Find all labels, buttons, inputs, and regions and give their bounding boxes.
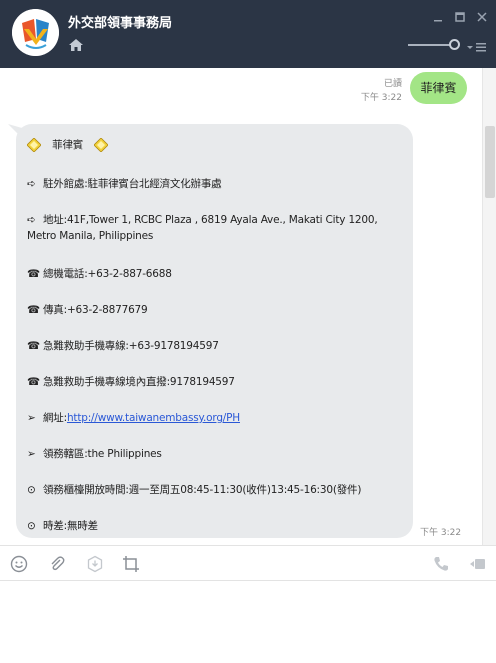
menu-button[interactable] bbox=[466, 38, 488, 52]
download-icon[interactable] bbox=[86, 555, 104, 573]
message-line-phone: ☎ 總機電話:+63-2-887-6688 bbox=[27, 266, 172, 281]
read-receipt: 已讀 bbox=[383, 79, 402, 89]
message-line-timezone: ⊙ 時差:無時差 bbox=[27, 518, 98, 533]
message-line-fax: ☎ 傳真:+63-2-8877679 bbox=[27, 302, 148, 317]
message-line-address-cont: Metro Manila, Philippines bbox=[27, 230, 153, 242]
message-input-area[interactable] bbox=[0, 581, 496, 663]
office-text: 駐外館處:駐菲律賓台北經濟文化辦事處 bbox=[43, 178, 222, 190]
received-timestamp: 下午 3:22 bbox=[420, 528, 462, 538]
emoji-icon[interactable] bbox=[10, 555, 28, 573]
jurisdiction-text: 領務轄區:the Philippines bbox=[43, 448, 162, 460]
emergency-local-text: 急難救助手機專線境內直撥:9178194597 bbox=[43, 376, 235, 388]
scrollbar-thumb[interactable] bbox=[485, 126, 495, 198]
menu-icon bbox=[467, 43, 486, 52]
arrowhead-icon: ➢ bbox=[27, 412, 36, 424]
hours-text: 領務櫃檯開放時間:週一至周五08:45-11:30(收件)13:45-16:30… bbox=[43, 484, 362, 496]
sparkle-diamond-icon bbox=[94, 138, 109, 152]
sent-timestamp: 下午 3:22 bbox=[360, 93, 402, 103]
timezone-text: 時差:無時差 bbox=[43, 520, 98, 532]
message-input[interactable] bbox=[0, 581, 496, 663]
phone-icon: ☎ bbox=[27, 340, 40, 352]
video-icon[interactable] bbox=[468, 555, 486, 573]
home-icon[interactable] bbox=[68, 37, 84, 51]
arrow-icon: ➪ bbox=[27, 214, 36, 226]
call-icon[interactable] bbox=[432, 555, 450, 573]
website-label: 網址: bbox=[43, 412, 67, 424]
address-text-cont: Metro Manila, Philippines bbox=[27, 230, 154, 242]
chat-title: 外交部領事事務局 bbox=[68, 16, 173, 31]
boca-logo-icon bbox=[12, 9, 59, 56]
message-line-country: 菲律賓 bbox=[27, 137, 109, 152]
fax-text: 傳真:+63-2-8877679 bbox=[43, 304, 148, 316]
message-line-office: ➪ 駐外館處:駐菲律賓台北經濟文化辦事處 bbox=[27, 176, 222, 191]
opacity-slider[interactable] bbox=[408, 39, 462, 50]
phone-icon: ☎ bbox=[27, 376, 40, 388]
message-line-emergency: ☎ 急難救助手機專線:+63-9178194597 bbox=[27, 338, 219, 353]
message-line-website: ➢ 網址:http://www.taiwanembassy.org/PH bbox=[27, 410, 240, 425]
arrowhead-icon: ➢ bbox=[27, 448, 36, 460]
crop-icon[interactable] bbox=[122, 555, 140, 573]
clock-icon: ⊙ bbox=[27, 520, 36, 532]
clock-icon: ⊙ bbox=[27, 484, 36, 496]
website-link[interactable]: http://www.taiwanembassy.org/PH bbox=[67, 412, 240, 424]
address-text: 地址:41F,Tower 1, RCBC Plaza , 6819 Ayala … bbox=[43, 214, 378, 226]
minimize-icon[interactable] bbox=[432, 8, 444, 22]
sparkle-diamond-icon bbox=[27, 138, 41, 152]
emergency-text: 急難救助手機專線:+63-9178194597 bbox=[43, 340, 219, 352]
message-line-jurisdiction: ➢ 領務轄區:the Philippines bbox=[27, 446, 162, 461]
maximize-icon[interactable] bbox=[454, 8, 466, 22]
message-toolbar bbox=[0, 545, 496, 581]
window-controls bbox=[432, 8, 488, 22]
sent-message-bubble[interactable]: 菲律賓 bbox=[410, 72, 467, 104]
close-icon[interactable] bbox=[476, 8, 488, 22]
arrow-icon: ➪ bbox=[27, 178, 36, 190]
phone-icon: ☎ bbox=[27, 268, 40, 280]
chat-header: 外交部領事事務局 bbox=[0, 0, 496, 68]
attach-icon[interactable] bbox=[48, 555, 66, 573]
message-line-address: ➪ 地址:41F,Tower 1, RCBC Plaza , 6819 Ayala… bbox=[27, 212, 378, 227]
chat-scrollbar[interactable] bbox=[482, 68, 496, 545]
country-name: 菲律賓 bbox=[52, 139, 84, 151]
message-line-hours: ⊙ 領務櫃檯開放時間:週一至周五08:45-11:30(收件)13:45-16:3… bbox=[27, 482, 361, 497]
avatar[interactable] bbox=[12, 9, 59, 56]
message-line-emergency-local: ☎ 急難救助手機專線境內直撥:9178194597 bbox=[27, 374, 235, 389]
phone-text: 總機電話:+63-2-887-6688 bbox=[43, 268, 172, 280]
phone-icon: ☎ bbox=[27, 304, 40, 316]
chat-history[interactable]: 已讀 下午 3:22 菲律賓 菲律賓 ➪ 駐外館處:駐菲律賓台北經濟文化辦事處 ➪… bbox=[0, 68, 496, 545]
slider-knob[interactable] bbox=[449, 39, 460, 50]
